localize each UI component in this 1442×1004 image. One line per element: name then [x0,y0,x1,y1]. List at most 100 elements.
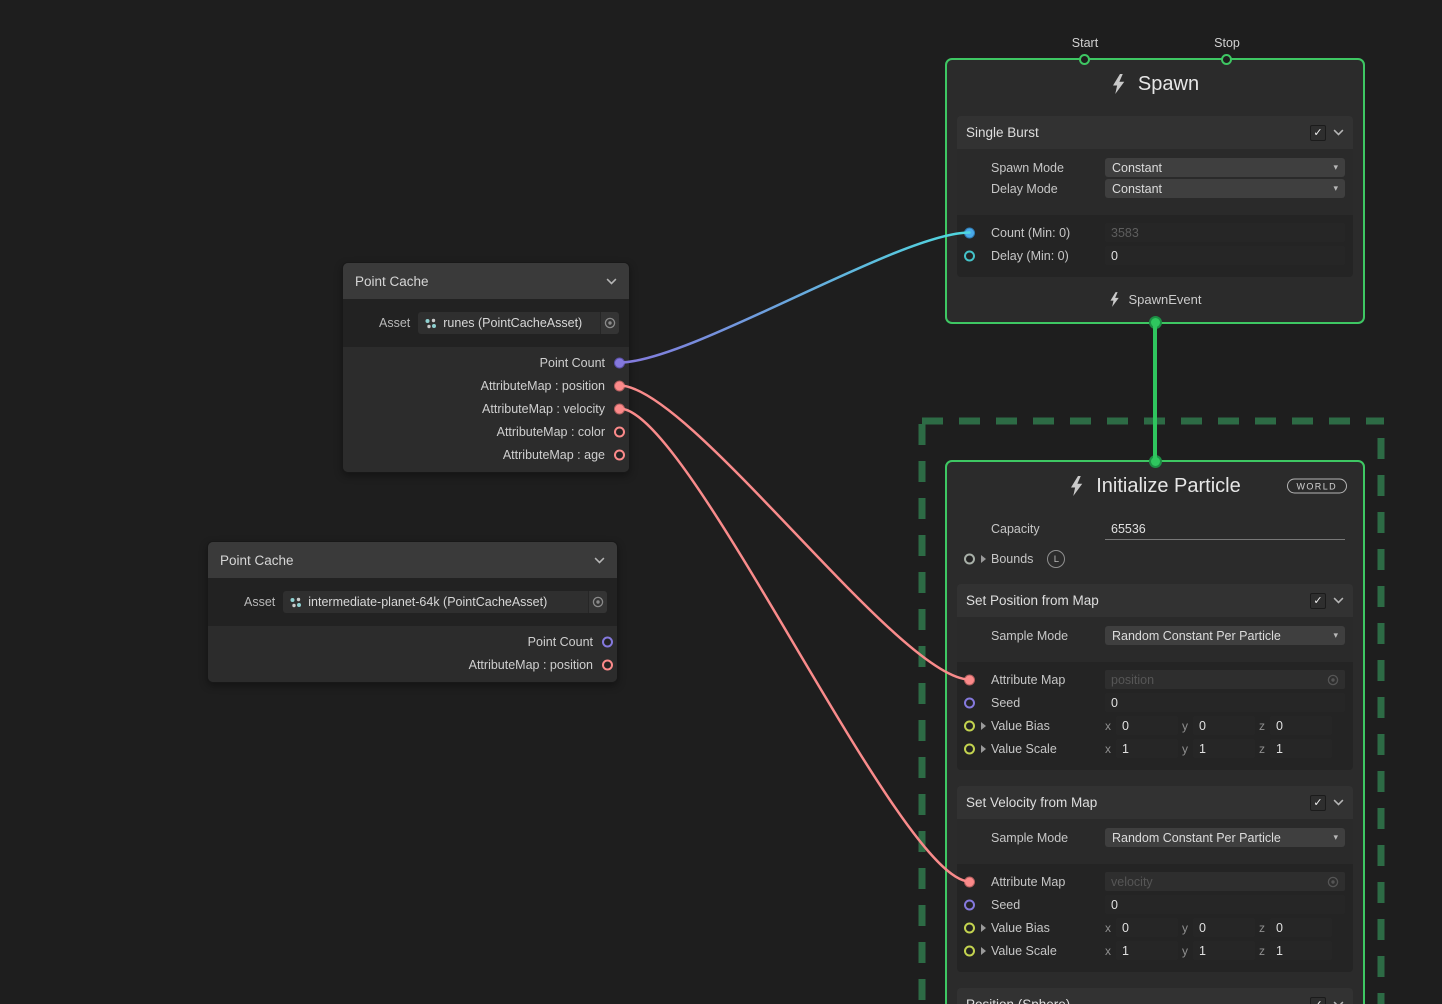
output-label: Point Count [540,356,605,370]
node-header[interactable]: Point Cache [208,542,617,578]
value-bias-x-field[interactable]: 0 [1116,716,1178,735]
value-scale-x-field[interactable]: 1 [1116,739,1178,758]
count-input-port[interactable] [964,227,975,238]
delay-field[interactable]: 0 [1105,246,1345,265]
value-scale-y-field[interactable]: 1 [1193,739,1255,758]
position-map-edge[interactable] [620,386,970,680]
spawn-event-output: SpawnEvent [947,277,1363,321]
sample-mode-dropdown[interactable]: Random Constant Per Particle ▾ [1105,828,1345,847]
bounds-input-port[interactable] [964,554,975,565]
single-burst-block[interactable]: Single Burst ✓ Spawn Mode Constant ▾ Del… [957,116,1353,277]
delay-mode-dropdown[interactable]: Constant ▾ [1105,179,1345,198]
block-title: Single Burst [966,125,1039,140]
spawn-context-node[interactable]: Start Stop Spawn Single Burst ✓ Spawn Mo… [945,58,1365,324]
attributemap-color-output-port[interactable] [614,426,625,437]
axis-x-label: x [1105,742,1111,756]
node-header[interactable]: Point Cache [343,263,629,299]
value-bias-y-field[interactable]: 0 [1193,918,1255,937]
asset-object-field[interactable]: intermediate-planet-64k (PointCacheAsset… [283,591,607,613]
setting-row: Delay Mode Constant ▾ [957,178,1353,199]
position-sphere-block[interactable]: Position (Sphere) ✓ [957,988,1353,1004]
point-cache-node-runes[interactable]: Point Cache Asset runes (PointCacheAsset… [342,262,630,473]
foldout-triangle-icon[interactable] [980,555,986,563]
block-header[interactable]: Set Velocity from Map ✓ [957,786,1353,819]
foldout-triangle-icon[interactable] [980,722,986,730]
set-velocity-from-map-block[interactable]: Set Velocity from Map ✓ Sample Mode Rand… [957,786,1353,972]
value-scale-y-field[interactable]: 1 [1193,941,1255,960]
output-label: AttributeMap : position [481,379,605,393]
point-count-output-port[interactable] [602,636,613,647]
block-enabled-checkbox[interactable]: ✓ [1310,997,1326,1004]
chevron-down-icon[interactable] [1333,799,1344,806]
capacity-field[interactable]: 65536 [1105,519,1345,540]
seed-label: Seed [991,696,1020,710]
foldout-triangle-icon[interactable] [980,947,986,955]
count-edge[interactable] [620,233,970,363]
set-position-from-map-block[interactable]: Set Position from Map ✓ Sample Mode Rand… [957,584,1353,770]
world-space-badge[interactable]: WORLD [1287,479,1348,494]
value-bias-z-field[interactable]: 0 [1270,918,1332,937]
block-header[interactable]: Set Position from Map ✓ [957,584,1353,617]
count-field[interactable]: 3583 [1105,223,1345,242]
delay-input-port[interactable] [964,250,975,261]
attribute-map-field[interactable]: position [1105,670,1345,689]
value-bias-z-field[interactable]: 0 [1270,716,1332,735]
chevron-down-icon[interactable] [594,557,605,564]
initialize-flow-input-port[interactable] [1149,455,1162,468]
pcache-asset-icon [289,596,302,609]
initialize-particle-context-node[interactable]: Initialize Particle WORLD Capacity 65536… [945,460,1365,1004]
attribute-map-input-port[interactable] [964,876,975,887]
value-scale-z-field[interactable]: 1 [1270,941,1332,960]
dropdown-caret-icon: ▾ [1333,832,1338,843]
vfx-graph-canvas[interactable]: Point Cache Asset runes (PointCacheAsset… [0,0,1442,1004]
spawn-mode-dropdown[interactable]: Constant ▾ [1105,158,1345,177]
foldout-triangle-icon[interactable] [980,745,986,753]
dropdown-caret-icon: ▾ [1333,183,1338,194]
attributemap-position-output-port[interactable] [614,380,625,391]
context-title-bar[interactable]: Spawn [947,60,1363,108]
attribute-map-field[interactable]: velocity [1105,872,1345,891]
spawn-flow-output-port[interactable] [1149,316,1162,329]
context-title-bar[interactable]: Initialize Particle WORLD [947,462,1363,510]
seed-input-port[interactable] [964,899,975,910]
value-scale-input-port[interactable] [964,945,975,956]
object-picker-button[interactable] [588,591,607,613]
seed-field[interactable]: 0 [1105,895,1345,914]
bounds-lock-icon[interactable]: L [1047,550,1065,568]
point-cache-node-planet[interactable]: Point Cache Asset intermediate-planet-64… [207,541,618,683]
object-picker-button[interactable] [600,312,619,334]
velocity-map-edge[interactable] [620,409,970,882]
chevron-down-icon[interactable] [1333,597,1344,604]
seed-field[interactable]: 0 [1105,693,1345,712]
attributemap-velocity-output-port[interactable] [614,403,625,414]
block-header[interactable]: Position (Sphere) ✓ [957,988,1353,1004]
value-scale-x-field[interactable]: 1 [1116,941,1178,960]
attributemap-age-output-port[interactable] [614,449,625,460]
point-count-output-port[interactable] [614,357,625,368]
block-enabled-checkbox[interactable]: ✓ [1310,795,1326,811]
value-bias-y-field[interactable]: 0 [1193,716,1255,735]
chevron-down-icon[interactable] [1333,129,1344,136]
object-picker-icon[interactable] [1327,674,1339,686]
value-scale-input-port[interactable] [964,743,975,754]
asset-object-field[interactable]: runes (PointCacheAsset) [418,312,619,334]
value-bias-input-port[interactable] [964,922,975,933]
seed-input-port[interactable] [964,697,975,708]
value-bias-input-port[interactable] [964,720,975,731]
chevron-down-icon[interactable] [606,278,617,285]
foldout-triangle-icon[interactable] [980,924,986,932]
axis-y-label: y [1182,921,1188,935]
axis-y-label: y [1182,944,1188,958]
value-scale-z-field[interactable]: 1 [1270,739,1332,758]
attributemap-position-output-port[interactable] [602,659,613,670]
value-bias-x-field[interactable]: 0 [1116,918,1178,937]
attribute-map-input-port[interactable] [964,674,975,685]
object-picker-icon[interactable] [1327,876,1339,888]
block-header[interactable]: Single Burst ✓ [957,116,1353,149]
value-scale-label: Value Scale [991,944,1057,958]
block-enabled-checkbox[interactable]: ✓ [1310,125,1326,141]
block-enabled-checkbox[interactable]: ✓ [1310,593,1326,609]
sample-mode-dropdown[interactable]: Random Constant Per Particle ▾ [1105,626,1345,645]
output-row: AttributeMap : position [208,653,617,676]
value-bias-label: Value Bias [991,719,1050,733]
